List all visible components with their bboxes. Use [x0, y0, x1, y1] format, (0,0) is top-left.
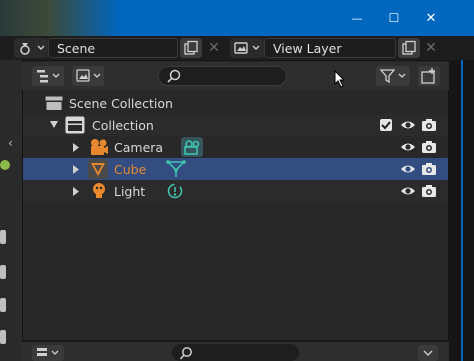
outliner-row-scene-collection[interactable]: Scene Collection: [23, 92, 448, 114]
window-border: [461, 60, 463, 361]
view-layer-browse-button[interactable]: [230, 38, 264, 58]
camera-object-icon: [89, 138, 109, 156]
properties-search-input[interactable]: [172, 344, 299, 361]
render-camera-icon[interactable]: [421, 161, 437, 177]
close-button[interactable]: ✕: [413, 0, 449, 36]
mesh-data-icon[interactable]: [166, 160, 186, 178]
exclude-checkbox[interactable]: [380, 119, 392, 131]
filter-button[interactable]: [376, 66, 410, 86]
search-input[interactable]: [158, 66, 287, 86]
mouse-cursor-icon: [334, 70, 346, 88]
eye-icon[interactable]: [400, 118, 416, 132]
viewport-tool-marker: [0, 298, 6, 312]
titlebar-background: [0, 0, 120, 36]
checkmark-icon: [381, 121, 391, 130]
editor-type-button[interactable]: [32, 345, 64, 361]
filter-type-button[interactable]: [72, 66, 104, 86]
image-icon: [76, 69, 101, 82]
view-layer-icon: [234, 42, 260, 54]
new-collection-icon: [421, 68, 435, 84]
outliner-header: [22, 62, 449, 90]
eye-icon[interactable]: [400, 184, 416, 198]
window-titlebar: — ☐ ✕: [0, 0, 474, 36]
outliner-display-icon: [37, 70, 60, 83]
minimize-icon: —: [351, 11, 363, 25]
scene-name-field[interactable]: Scene: [48, 38, 178, 58]
chevron-down-icon: [423, 350, 433, 356]
expand-arrow-right-icon[interactable]: [72, 143, 80, 152]
outliner-row-camera[interactable]: Camera: [23, 136, 448, 158]
camera-label: Camera: [114, 139, 164, 155]
collection-label: Collection: [92, 117, 154, 133]
copy-icon: [402, 40, 416, 55]
scene-collection-label: Scene Collection: [69, 95, 173, 111]
x-icon: ✕: [425, 40, 437, 56]
expand-arrow-right-icon[interactable]: [72, 165, 80, 174]
close-icon: ✕: [425, 10, 437, 26]
new-collection-button[interactable]: [418, 66, 440, 86]
new-view-layer-button[interactable]: [398, 38, 420, 58]
editor-type-icon: [37, 348, 59, 356]
scene-name-label: Scene: [57, 40, 96, 56]
light-data-icon[interactable]: [166, 182, 184, 200]
window-right-edge: [449, 60, 474, 361]
copy-icon: [184, 40, 198, 55]
light-label: Light: [114, 183, 146, 199]
viewport-tool-marker: [0, 230, 6, 244]
scene-collection-icon: [45, 96, 63, 111]
outliner-row-cube[interactable]: Cube: [23, 158, 448, 180]
render-camera-icon[interactable]: [421, 139, 437, 155]
eye-icon[interactable]: [400, 162, 416, 176]
properties-header: [22, 342, 449, 361]
render-camera-icon[interactable]: [421, 183, 437, 199]
delete-scene-button[interactable]: ✕: [204, 38, 224, 58]
eye-icon[interactable]: [400, 140, 416, 154]
view-layer-name-field[interactable]: View Layer: [264, 38, 396, 58]
mesh-object-icon: [88, 159, 108, 179]
scene-icon: [20, 43, 45, 55]
x-icon: ✕: [208, 40, 220, 56]
viewport-edge: ‹: [0, 60, 22, 361]
delete-view-layer-button[interactable]: ✕: [421, 38, 441, 58]
expand-arrow-down-icon[interactable]: [50, 120, 59, 129]
viewport-tool-marker: [0, 265, 6, 279]
search-icon: [167, 69, 181, 83]
light-object-icon: [91, 182, 107, 200]
collapse-arrow-icon[interactable]: ‹: [8, 136, 20, 150]
render-camera-icon[interactable]: [421, 117, 437, 133]
filter-icon: [379, 69, 406, 84]
search-icon: [179, 347, 192, 360]
cube-label: Cube: [114, 161, 147, 177]
maximize-icon: ☐: [388, 11, 400, 25]
top-header: Scene ✕ View Layer ✕: [0, 36, 474, 60]
options-dropdown-button[interactable]: [418, 345, 438, 361]
outliner-row-light[interactable]: Light: [23, 180, 448, 202]
maximize-button[interactable]: ☐: [376, 0, 412, 36]
viewport-tool-marker: [0, 330, 6, 344]
minimize-button[interactable]: —: [339, 0, 375, 36]
new-scene-button[interactable]: [180, 38, 202, 58]
camera-data-icon[interactable]: [181, 137, 203, 157]
scene-browse-button[interactable]: [14, 38, 48, 58]
outliner-row-collection[interactable]: Collection: [23, 114, 448, 136]
display-mode-button[interactable]: [32, 66, 64, 86]
collection-icon: [65, 116, 85, 134]
expand-arrow-right-icon[interactable]: [72, 187, 80, 196]
gizmo-dot-green: [0, 160, 10, 170]
view-layer-name-label: View Layer: [273, 40, 342, 56]
